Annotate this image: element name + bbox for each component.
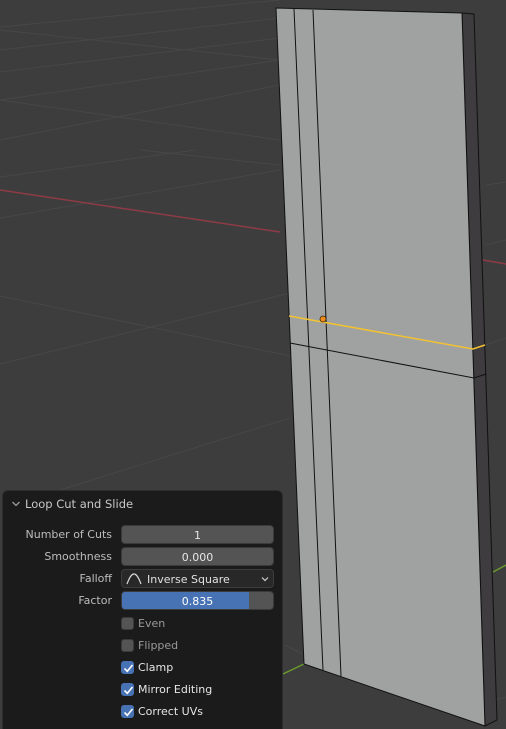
smoothness-label: Smoothness: [44, 550, 112, 563]
correct-uvs-checkbox[interactable]: Correct UVs: [121, 702, 203, 720]
grid-line: [0, 59, 281, 101]
y-axis-line-right: [492, 564, 506, 573]
grid-line: [0, 149, 196, 178]
factor-value: 0.835: [181, 595, 214, 608]
number-of-cuts-value: 1: [194, 529, 201, 542]
falloff-dropdown[interactable]: Inverse Square: [121, 569, 274, 588]
x-axis-line-right: [482, 259, 506, 265]
grid-line: [495, 696, 506, 701]
falloff-value: Inverse Square: [147, 573, 230, 586]
grid-line: [59, 417, 291, 491]
operator-panel-header[interactable]: Loop Cut and Slide: [3, 491, 282, 517]
number-of-cuts-label: Number of Cuts: [25, 528, 112, 541]
clamp-checkbox[interactable]: Clamp: [121, 658, 173, 676]
smoothness-field[interactable]: 0.000: [121, 547, 274, 566]
inverse-square-curve-icon: [126, 573, 142, 585]
grid-line: [139, 149, 281, 166]
mesh-front-face[interactable]: [275, 7, 486, 727]
row-flipped: Flipped: [3, 636, 282, 656]
flipped-checkbox-label: Flipped: [138, 638, 179, 652]
mirror-editing-checkbox[interactable]: Mirror Editing: [121, 680, 212, 698]
correct-uvs-checkbox-box[interactable]: [121, 704, 134, 718]
checkmark-icon: [123, 663, 134, 672]
even-checkbox-label: Even: [138, 616, 166, 630]
flipped-checkbox-box[interactable]: [121, 638, 134, 652]
row-number-of-cuts: Number of Cuts 1: [3, 525, 282, 545]
row-clamp: Clamp: [3, 658, 282, 678]
grid-line: [284, 644, 306, 656]
grid-line: [0, 84, 281, 141]
row-correct-uvs: Correct UVs: [3, 702, 282, 722]
factor-label: Factor: [78, 594, 112, 607]
operator-panel-title: Loop Cut and Slide: [25, 497, 134, 511]
number-of-cuts-field[interactable]: 1: [121, 525, 274, 544]
grid-line: [0, 99, 281, 141]
even-checkbox[interactable]: Even: [121, 614, 165, 632]
flipped-checkbox[interactable]: Flipped: [121, 636, 178, 654]
mirror-editing-checkbox-label: Mirror Editing: [138, 682, 213, 696]
clamp-checkbox-box[interactable]: [121, 660, 134, 674]
grid-line: [485, 337, 506, 346]
grid-line: [485, 239, 506, 246]
chevron-down-icon: [12, 501, 20, 507]
clamp-checkbox-label: Clamp: [138, 660, 174, 674]
checkmark-icon: [123, 685, 134, 694]
smoothness-value: 0.000: [181, 551, 214, 564]
row-smoothness: Smoothness 0.000: [3, 547, 282, 567]
row-even: Even: [3, 614, 282, 634]
y-axis-line: [282, 663, 305, 675]
row-mirror-editing: Mirror Editing: [3, 680, 282, 700]
even-checkbox-box[interactable]: [121, 616, 134, 630]
factor-slider[interactable]: 0.835: [121, 591, 274, 610]
active-vertex[interactable]: [319, 315, 327, 323]
chevron-down-icon: [261, 577, 269, 582]
falloff-label: Falloff: [79, 572, 112, 585]
grid-line: [485, 181, 506, 186]
grid-line: [0, 292, 291, 365]
checkmark-icon: [123, 707, 134, 716]
row-falloff: Falloff Inverse Square: [3, 569, 282, 589]
operator-panel-loop-cut: Loop Cut and Slide Number of Cuts 1 Smoo…: [3, 491, 282, 729]
correct-uvs-checkbox-label: Correct UVs: [138, 704, 203, 718]
row-factor: Factor 0.835: [3, 591, 282, 611]
mirror-editing-checkbox-box[interactable]: [121, 682, 134, 696]
grid-line: [0, 295, 291, 357]
